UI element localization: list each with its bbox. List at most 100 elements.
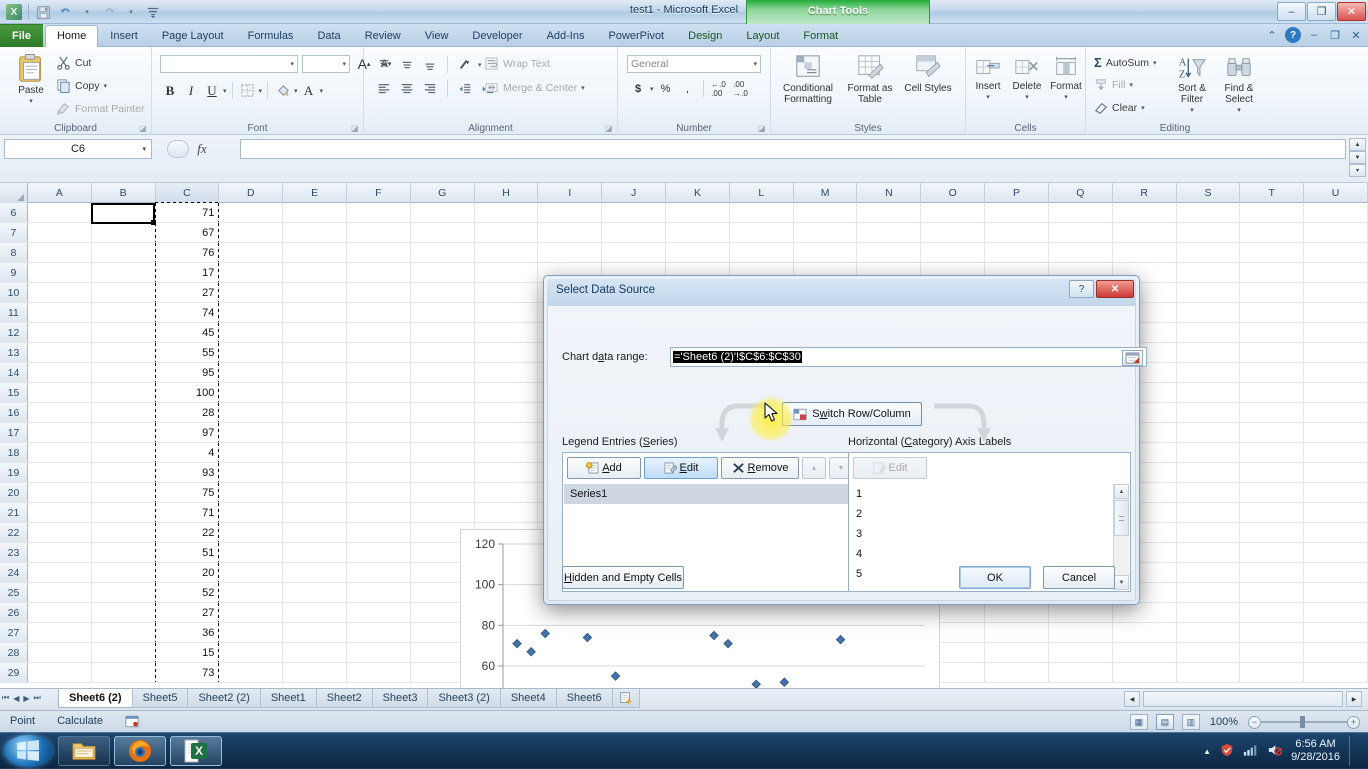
- tab-view[interactable]: View: [413, 25, 461, 47]
- workbook-restore-icon[interactable]: ❐: [1327, 27, 1343, 43]
- grid-cell[interactable]: [1240, 643, 1304, 662]
- grid-cell[interactable]: [283, 603, 347, 622]
- grid-cell[interactable]: [347, 563, 411, 582]
- grid-cell[interactable]: [283, 403, 347, 422]
- record-macro-icon[interactable]: [125, 715, 139, 731]
- tab-data[interactable]: Data: [305, 25, 352, 47]
- autosum-button[interactable]: Σ AutoSum ▾: [1094, 55, 1157, 70]
- zoom-level[interactable]: 100%: [1210, 716, 1238, 728]
- grid-cell[interactable]: [602, 203, 666, 222]
- grid-cell[interactable]: [347, 343, 411, 362]
- grid-cell[interactable]: [1304, 623, 1368, 642]
- tab-powerpivot[interactable]: PowerPivot: [596, 25, 676, 47]
- grid-cell[interactable]: [1304, 563, 1368, 582]
- grid-cell[interactable]: [475, 203, 539, 222]
- grid-cell[interactable]: [475, 503, 539, 522]
- grid-cell[interactable]: [283, 423, 347, 442]
- fill-color-button[interactable]: [273, 81, 293, 100]
- fill-color-caret-icon[interactable]: ▾: [294, 87, 298, 95]
- prev-sheet-icon[interactable]: ◀: [13, 694, 19, 703]
- grid-cell[interactable]: 67: [156, 223, 220, 242]
- row-header[interactable]: 22: [0, 523, 28, 542]
- grid-cell[interactable]: [28, 563, 92, 582]
- grid-cell[interactable]: [1240, 583, 1304, 602]
- list-item[interactable]: 2: [850, 504, 1112, 524]
- borders-caret-icon[interactable]: ▾: [259, 87, 263, 95]
- sheet-tab-sheet2[interactable]: Sheet2: [316, 689, 373, 708]
- grid-cell[interactable]: [1177, 583, 1241, 602]
- grid-cell[interactable]: [1049, 603, 1113, 622]
- column-header-l[interactable]: L: [730, 183, 794, 203]
- column-header-a[interactable]: A: [28, 183, 92, 203]
- grid-cell[interactable]: [1240, 223, 1304, 242]
- row-header[interactable]: 6: [0, 203, 28, 222]
- grid-cell[interactable]: [283, 203, 347, 222]
- grid-cell[interactable]: [347, 303, 411, 322]
- row-header[interactable]: 26: [0, 603, 28, 622]
- hscroll-right-icon[interactable]: ▶: [1346, 691, 1362, 707]
- grid-cell[interactable]: [475, 363, 539, 382]
- grid-cell[interactable]: [1177, 563, 1241, 582]
- hscroll-left-icon[interactable]: ◀: [1124, 691, 1140, 707]
- accounting-caret-icon[interactable]: ▾: [650, 85, 654, 93]
- row-header[interactable]: 12: [0, 323, 28, 342]
- grid-cell[interactable]: [92, 623, 156, 642]
- hscroll-track[interactable]: [1143, 691, 1343, 707]
- grid-cell[interactable]: [1304, 383, 1368, 402]
- scroll-down-icon[interactable]: ▼: [1114, 575, 1129, 590]
- grid-cell[interactable]: 71: [156, 203, 220, 222]
- grid-cell[interactable]: [1177, 603, 1241, 622]
- grid-cell[interactable]: 45: [156, 323, 220, 342]
- list-item[interactable]: 1: [850, 484, 1112, 504]
- cell-styles-button[interactable]: Cell Styles: [902, 53, 954, 94]
- row-header[interactable]: 23: [0, 543, 28, 562]
- grid-cell[interactable]: [857, 203, 921, 222]
- grid-cell[interactable]: [1240, 623, 1304, 642]
- grid-cell[interactable]: [28, 383, 92, 402]
- active-cell-selection[interactable]: [91, 203, 155, 224]
- grid-cell[interactable]: [28, 503, 92, 522]
- accounting-format-button[interactable]: $: [628, 79, 648, 98]
- grid-cell[interactable]: [411, 263, 475, 282]
- number-format-caret-icon[interactable]: ▾: [753, 60, 757, 68]
- table-row[interactable]: 63371: [0, 203, 1368, 223]
- scroll-up-icon[interactable]: ▲: [1114, 484, 1129, 499]
- grid-cell[interactable]: [283, 363, 347, 382]
- grid-cell[interactable]: [219, 603, 283, 622]
- tab-home[interactable]: Home: [45, 25, 98, 47]
- sheet-tab-sheet3[interactable]: Sheet3: [372, 689, 429, 708]
- row-header[interactable]: 10: [0, 283, 28, 302]
- grid-cell[interactable]: [347, 223, 411, 242]
- grid-cell[interactable]: [1177, 483, 1241, 502]
- minimize-ribbon-icon[interactable]: ⌃: [1264, 27, 1280, 43]
- zoom-knob[interactable]: [1300, 716, 1305, 728]
- tab-review[interactable]: Review: [353, 25, 413, 47]
- grid-cell[interactable]: [1177, 223, 1241, 242]
- grid-cell[interactable]: [475, 223, 539, 242]
- edit-series-button[interactable]: Edit: [644, 457, 718, 479]
- grid-cell[interactable]: [411, 243, 475, 262]
- grid-cell[interactable]: [283, 343, 347, 362]
- grid-cell[interactable]: 95: [156, 363, 220, 382]
- grid-cell[interactable]: [411, 403, 475, 422]
- excel-icon[interactable]: X: [170, 736, 222, 766]
- grid-cell[interactable]: [28, 403, 92, 422]
- grid-cell[interactable]: [92, 463, 156, 482]
- grid-cell[interactable]: [475, 443, 539, 462]
- italic-button[interactable]: I: [181, 81, 201, 100]
- grid-cell[interactable]: [28, 263, 92, 282]
- grid-cell[interactable]: [1049, 663, 1113, 682]
- tab-add-ins[interactable]: Add-Ins: [535, 25, 597, 47]
- column-header-c[interactable]: C: [156, 183, 220, 203]
- row-header[interactable]: 21: [0, 503, 28, 522]
- grid-cell[interactable]: [219, 623, 283, 642]
- list-item[interactable]: 4: [850, 544, 1112, 564]
- column-header-n[interactable]: N: [857, 183, 921, 203]
- conditional-formatting-button[interactable]: Conditional Formatting: [777, 53, 839, 105]
- grid-cell[interactable]: [1113, 243, 1177, 262]
- grid-cell[interactable]: [283, 383, 347, 402]
- ok-button[interactable]: OK: [959, 566, 1031, 589]
- insert-sheet-icon[interactable]: [612, 689, 640, 708]
- workbook-close-icon[interactable]: ✕: [1348, 27, 1364, 43]
- grid-cell[interactable]: 71: [156, 503, 220, 522]
